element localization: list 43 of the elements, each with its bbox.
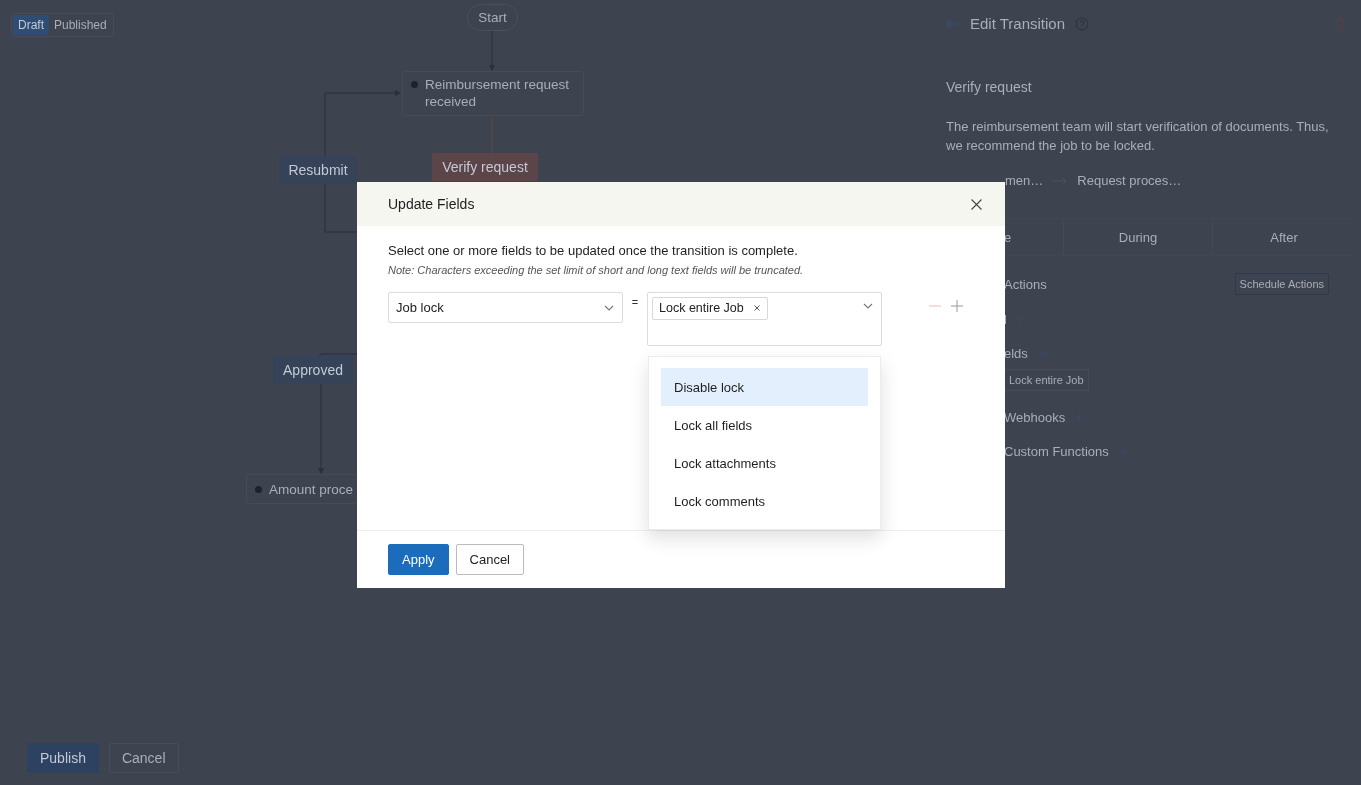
phase-tab[interactable]: During — [1064, 219, 1213, 255]
action-label: l — [1004, 311, 1007, 327]
action-label: Custom Functions — [1004, 443, 1109, 459]
route-from: men… — [1005, 173, 1044, 188]
value-chip: Lock entire Job — [652, 297, 768, 320]
status-tab[interactable]: Draft — [13, 15, 49, 35]
transition-name: Verify request — [946, 79, 1033, 95]
trash-icon[interactable] — [1336, 17, 1346, 30]
panel-title: Edit Transition — [970, 15, 1066, 32]
connector-arrow — [489, 30, 495, 71]
value-select[interactable]: Lock entire Job — [647, 292, 882, 346]
apply-button[interactable]: Apply — [388, 544, 449, 575]
cancel-button[interactable]: Cancel — [108, 743, 179, 773]
chevron-down-icon — [863, 303, 873, 309]
equals-sign: = — [630, 295, 640, 308]
action-label: Webhooks — [1004, 409, 1066, 425]
status-tab[interactable]: Published — [49, 15, 112, 35]
transition-button[interactable]: Resubmit — [279, 156, 357, 184]
back-arrow-icon[interactable] — [946, 18, 960, 29]
note-text: Note: Characters exceeding the set limit of short and long text fields will be truncated. — [388, 264, 805, 276]
dropdown-option[interactable]: Lock attachments — [661, 444, 868, 482]
remove-icon[interactable] — [753, 305, 760, 311]
dropdown-option[interactable]: Lock all fields — [661, 406, 868, 444]
phase-tab[interactable]: After — [1213, 219, 1355, 255]
cancel-button[interactable]: Cancel — [455, 544, 524, 575]
instruction-text: Select one or more fields to be updated once the transition is complete. — [388, 243, 799, 258]
plus-icon[interactable] — [951, 300, 963, 312]
close-icon[interactable] — [969, 196, 984, 212]
dropdown-option[interactable]: Lock comments — [661, 482, 868, 520]
transition-button[interactable]: Approved — [273, 356, 353, 384]
publish-button[interactable]: Publish — [27, 743, 99, 773]
field-select[interactable]: Job lock — [388, 292, 623, 323]
connector-line — [324, 183, 358, 233]
route-to: Request proces… — [1077, 173, 1182, 188]
actions-heading: Actions — [1004, 276, 1047, 292]
schedule-actions-button[interactable]: Schedule Actions — [1234, 273, 1329, 295]
dropdown-option[interactable]: Disable lock — [661, 368, 868, 406]
transition-button[interactable]: Verify request — [432, 153, 538, 181]
dialog-title: Update Fields — [388, 196, 475, 212]
chevron-down-icon — [604, 304, 614, 311]
action-label: elds — [1004, 345, 1028, 361]
transition-description: The reimbursement team will start verification of documents. Thus, we recommend the job to be locked. — [946, 118, 1330, 155]
state-node: Reimbursement request received — [402, 71, 584, 116]
